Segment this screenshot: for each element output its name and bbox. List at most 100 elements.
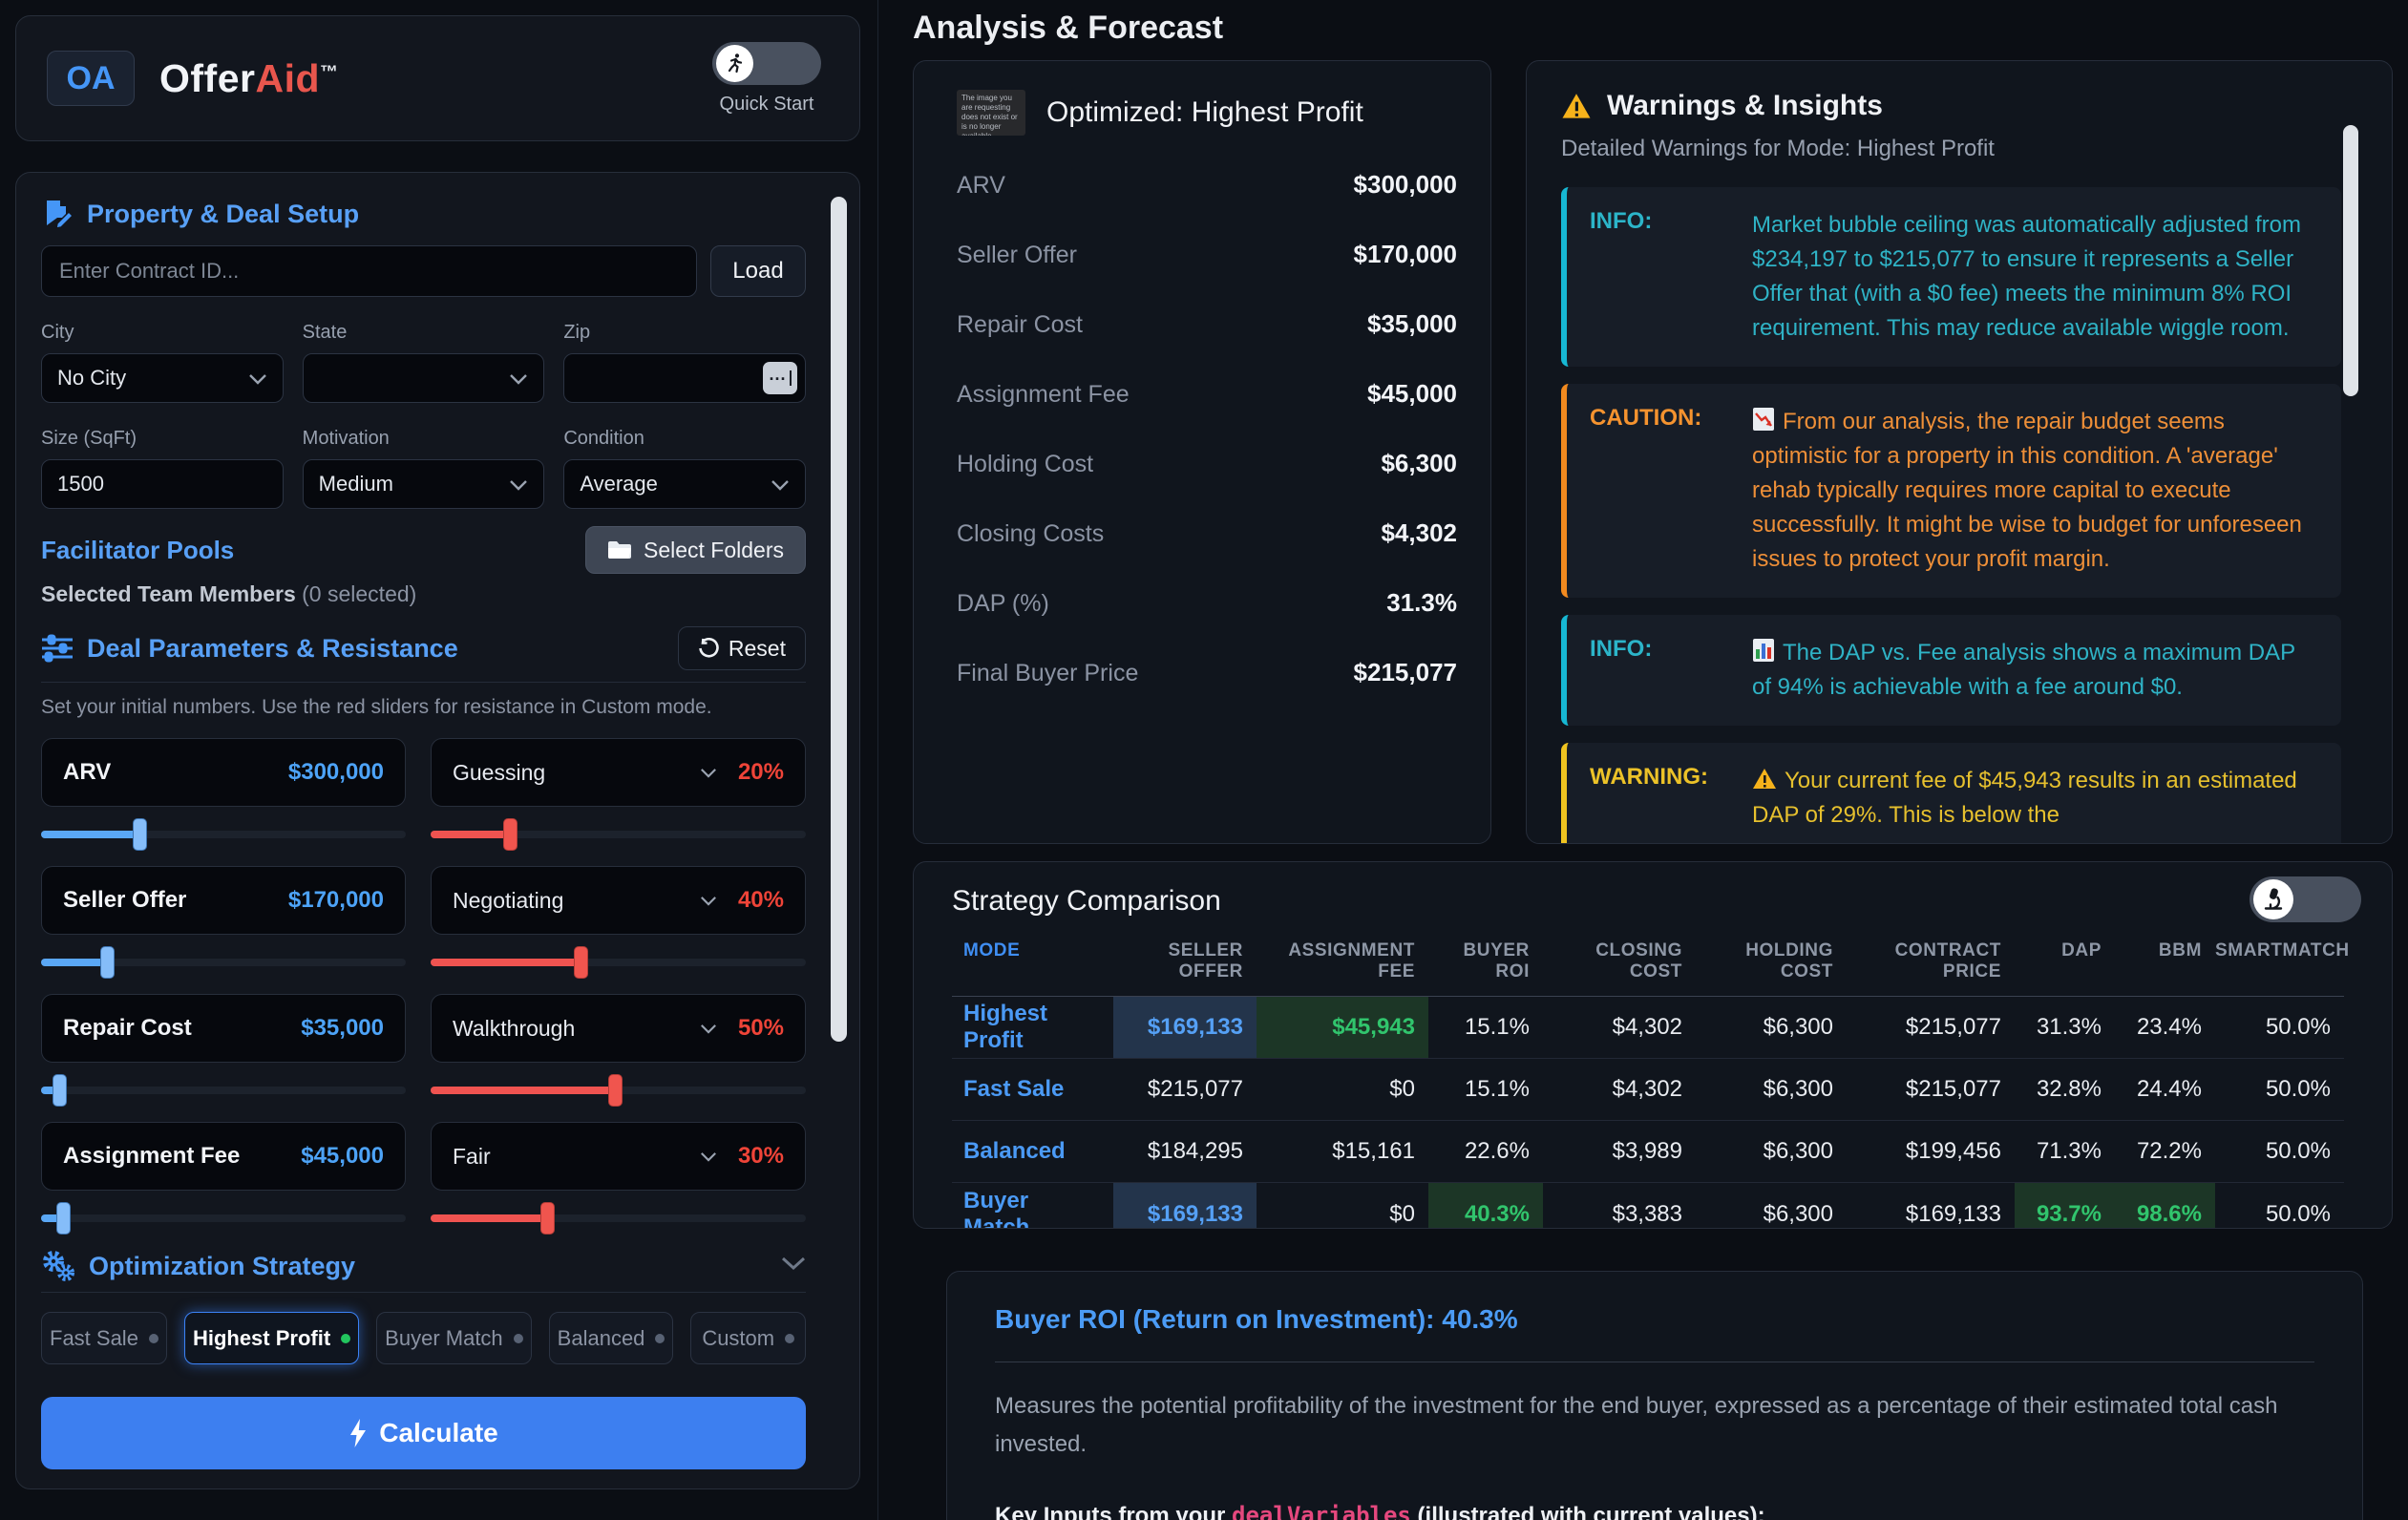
setup-section-title: Property & Deal Setup	[41, 198, 806, 230]
logo-text: OA	[67, 60, 116, 97]
parameter-value-box[interactable]: Assignment Fee $45,000	[41, 1122, 406, 1191]
resistance-percent: 20%	[738, 759, 784, 786]
optimization-strategy-header: Optimization Strategy	[41, 1250, 806, 1282]
size-input[interactable]: 1500	[41, 459, 284, 509]
chevron-down-icon	[700, 1151, 717, 1162]
autofill-button[interactable]: ...	[763, 362, 797, 394]
value-cell: $0	[1257, 1183, 1428, 1229]
strategy-option-button[interactable]: Highest Profit	[184, 1312, 359, 1364]
value-cell: 50.0%	[2215, 1059, 2344, 1120]
resistance-select-box[interactable]: Negotiating 40%	[431, 866, 806, 935]
size-label: Size (SqFt)	[41, 428, 284, 450]
zip-label: Zip	[563, 322, 806, 344]
value-slider-thumb[interactable]	[53, 1074, 67, 1107]
team-members-line: Selected Team Members (0 selected)	[41, 581, 806, 607]
resistance-slider[interactable]	[431, 959, 806, 966]
gears-icon	[41, 1250, 75, 1282]
brand-tm: ™	[320, 62, 339, 82]
value-cell: $215,077	[1847, 997, 2015, 1058]
resistance-value: Walkthrough	[453, 1016, 575, 1042]
resistance-slider-thumb[interactable]	[574, 946, 588, 979]
resistance-select-box[interactable]: Walkthrough 50%	[431, 994, 806, 1063]
value-slider-thumb[interactable]	[56, 1202, 71, 1235]
mode-cell[interactable]: Balanced	[952, 1121, 1113, 1182]
parameter-value-box[interactable]: ARV $300,000	[41, 738, 406, 807]
warning-item: WARNING: Your current fee of $45,943 res…	[1561, 743, 2341, 844]
optimized-row: Closing Costs $4,302	[957, 518, 1457, 548]
comparison-toggle-knob[interactable]	[2253, 879, 2293, 919]
reset-button[interactable]: Reset	[678, 626, 806, 670]
select-folders-button[interactable]: Select Folders	[585, 526, 806, 574]
strategy-option-button[interactable]: Fast Sale	[41, 1312, 167, 1364]
parameter-value-box[interactable]: Seller Offer $170,000	[41, 866, 406, 935]
buyer-roi-title: Buyer ROI (Return on Investment): 40.3%	[995, 1304, 2314, 1335]
resistance-select-box[interactable]: Guessing 20%	[431, 738, 806, 807]
strategy-option-button[interactable]: Balanced	[549, 1312, 674, 1364]
parameter-value: $45,000	[301, 1143, 384, 1170]
column-header: CONTRACT PRICE	[1847, 940, 2015, 982]
column-header: HOLDING COST	[1696, 940, 1847, 982]
parameter-value-box[interactable]: Repair Cost $35,000	[41, 994, 406, 1063]
value-slider-thumb[interactable]	[133, 818, 147, 851]
quick-start-knob[interactable]	[716, 45, 753, 82]
mode-cell[interactable]: Fast Sale	[952, 1059, 1113, 1120]
optimized-row: Final Buyer Price $215,077	[957, 658, 1457, 687]
lightning-icon	[349, 1419, 368, 1447]
left-sidebar: OA OfferAid™ Quick Start Property & Deal…	[0, 0, 877, 1520]
warnings-panel: Warnings & Insights Detailed Warnings fo…	[1526, 60, 2393, 844]
thumbnail-text: The image you are requesting does not ex…	[961, 94, 1021, 136]
load-button[interactable]: Load	[710, 245, 806, 297]
mode-cell[interactable]: Buyer Match	[952, 1183, 1113, 1229]
comparison-row: Buyer Match$169,133$040.3%$3,383$6,300$1…	[952, 1183, 2344, 1229]
resistance-slider[interactable]	[431, 1214, 806, 1222]
resistance-slider[interactable]	[431, 831, 806, 838]
chevron-down-icon	[248, 366, 267, 391]
state-select[interactable]	[303, 353, 545, 403]
setup-scrollbar[interactable]	[831, 197, 847, 1042]
mode-cell[interactable]: Highest Profit	[952, 997, 1113, 1058]
parameter-row: Repair Cost $35,000 Walkthrough 50%	[41, 994, 806, 1107]
value-slider[interactable]	[41, 831, 406, 838]
resistance-value: Guessing	[453, 760, 545, 786]
resistance-percent: 30%	[738, 1143, 784, 1170]
resistance-slider-thumb[interactable]	[503, 818, 518, 851]
deal-parameters-title-text: Deal Parameters & Resistance	[87, 634, 458, 664]
condition-label: Condition	[563, 428, 806, 450]
select-folders-label: Select Folders	[644, 538, 784, 563]
condition-select[interactable]: Average	[563, 459, 806, 509]
calculate-button[interactable]: Calculate	[41, 1397, 806, 1469]
chevron-down-icon[interactable]	[781, 1256, 806, 1276]
strategy-option-button[interactable]: Buyer Match	[376, 1312, 532, 1364]
resistance-value: Fair	[453, 1144, 491, 1170]
zip-input[interactable]: ...	[563, 353, 806, 403]
status-dot	[655, 1334, 665, 1343]
city-select[interactable]: No City	[41, 353, 284, 403]
column-header: SELLER OFFER	[1113, 940, 1257, 982]
comparison-view-toggle[interactable]	[2250, 876, 2361, 922]
strategy-option-label: Balanced	[558, 1326, 645, 1351]
value-cell: $215,077	[1847, 1059, 2015, 1120]
warning-text: From our analysis, the repair budget see…	[1752, 405, 2318, 577]
value-cell: 72.2%	[2115, 1121, 2215, 1182]
value-slider[interactable]	[41, 1214, 406, 1222]
value-slider[interactable]	[41, 959, 406, 966]
resistance-slider-thumb[interactable]	[608, 1074, 623, 1107]
optimized-row-value: $45,000	[1367, 379, 1457, 409]
value-cell: 40.3%	[1428, 1183, 1543, 1229]
value-cell: $6,300	[1696, 1121, 1847, 1182]
quick-start-toggle[interactable]	[712, 42, 821, 85]
value-slider-thumb[interactable]	[100, 946, 115, 979]
resistance-slider-thumb[interactable]	[540, 1202, 555, 1235]
resistance-select-box[interactable]: Fair 30%	[431, 1122, 806, 1191]
value-slider[interactable]	[41, 1087, 406, 1094]
warning-triangle-icon	[1561, 93, 1592, 120]
resistance-slider[interactable]	[431, 1087, 806, 1094]
value-cell: $169,133	[1847, 1183, 2015, 1229]
status-dot	[149, 1334, 158, 1343]
comparison-table-body: Highest Profit$169,133$45,94315.1%$4,302…	[952, 997, 2344, 1229]
warnings-scrollbar[interactable]	[2343, 125, 2358, 396]
motivation-select[interactable]: Medium	[303, 459, 545, 509]
key-inputs-suffix: (illustrated with current values):	[1411, 1503, 1765, 1520]
contract-id-input[interactable]	[41, 245, 697, 297]
strategy-option-button[interactable]: Custom	[690, 1312, 806, 1364]
